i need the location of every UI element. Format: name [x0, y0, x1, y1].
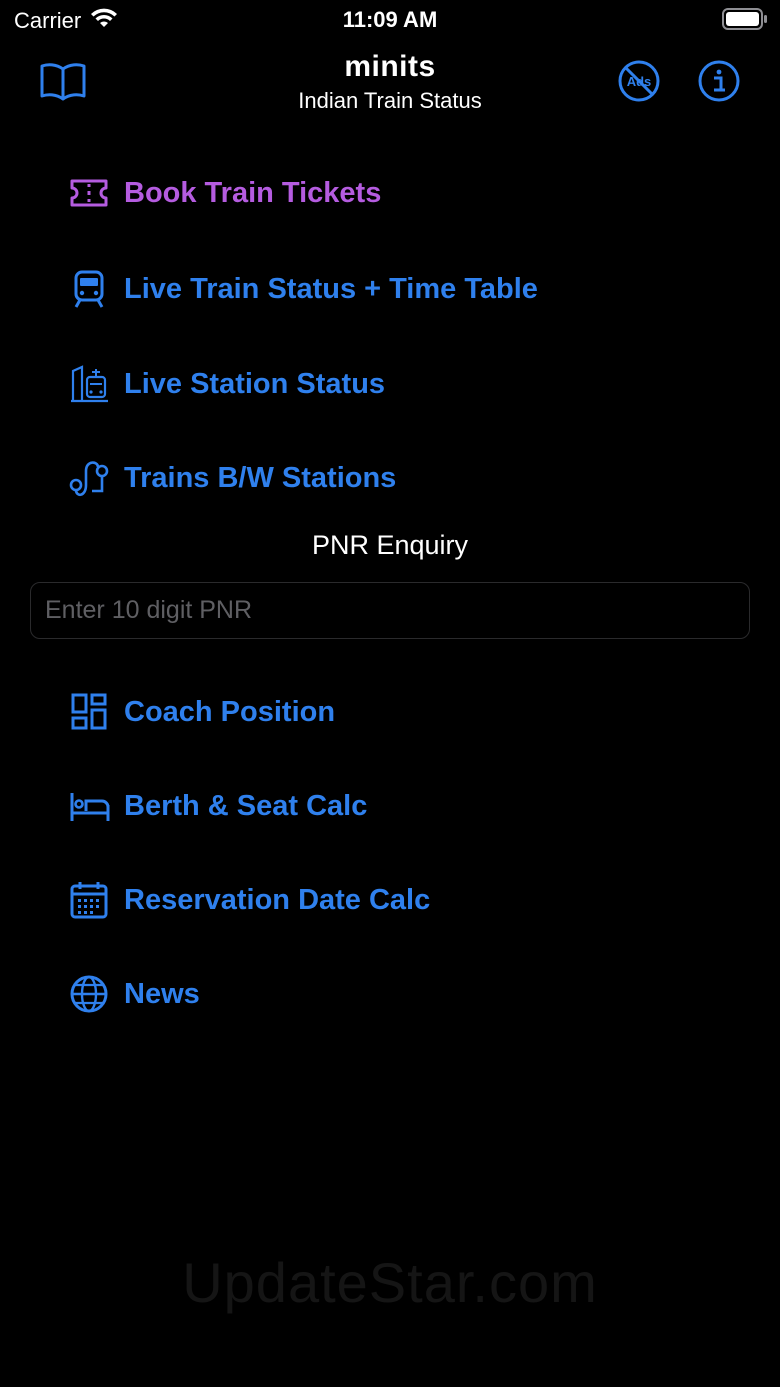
- menu-label: Live Train Status + Time Table: [124, 272, 538, 305]
- watermark: UpdateStar.com: [182, 1251, 598, 1314]
- calendar-icon: [68, 879, 110, 921]
- pnr-enquiry-title: PNR Enquiry: [311, 530, 469, 560]
- pnr-input[interactable]: [30, 582, 750, 639]
- info-button[interactable]: [692, 54, 746, 108]
- menu-book-train-tickets[interactable]: Book Train Tickets: [68, 171, 381, 215]
- menu-label: Live Station Status: [124, 367, 386, 400]
- battery-icon: [722, 8, 768, 30]
- status-bar: Carrier 11:09 AM: [0, 0, 780, 40]
- menu-live-train-status[interactable]: Live Train Status + Time Table: [68, 267, 538, 311]
- app-screen: Carrier 11:09 AM minits Indian Train Sta…: [0, 0, 780, 1387]
- menu-label: Coach Position: [124, 695, 336, 728]
- menu-label: Berth & Seat Calc: [124, 789, 368, 822]
- menu-coach-position[interactable]: Coach Position: [68, 690, 335, 734]
- menu-label: Trains B/W Stations: [124, 461, 397, 494]
- globe-icon: [68, 973, 110, 1015]
- info-icon: [698, 60, 740, 102]
- menu-live-station-status[interactable]: Live Station Status: [68, 362, 385, 406]
- grid-icon: [68, 691, 110, 733]
- ticket-icon: [68, 172, 110, 214]
- station-icon: [68, 363, 110, 405]
- menu-label: Reservation Date Calc: [124, 883, 431, 916]
- route-icon: [68, 457, 110, 499]
- menu-berth-seat-calc[interactable]: Berth & Seat Calc: [68, 784, 367, 828]
- status-time: 11:09 AM: [342, 7, 438, 32]
- no-ads-icon: Ads: [618, 60, 660, 102]
- remove-ads-button[interactable]: Ads: [612, 54, 666, 108]
- menu-label: News: [124, 977, 200, 1010]
- train-icon: [68, 268, 110, 310]
- menu-label: Book Train Tickets: [124, 176, 382, 209]
- menu-news[interactable]: News: [68, 972, 200, 1016]
- menu-trains-between-stations[interactable]: Trains B/W Stations: [68, 456, 396, 500]
- navigation-bar: minits Indian Train Status Ads: [0, 44, 780, 124]
- menu-reservation-date-calc[interactable]: Reservation Date Calc: [68, 878, 430, 922]
- bed-icon: [68, 785, 110, 827]
